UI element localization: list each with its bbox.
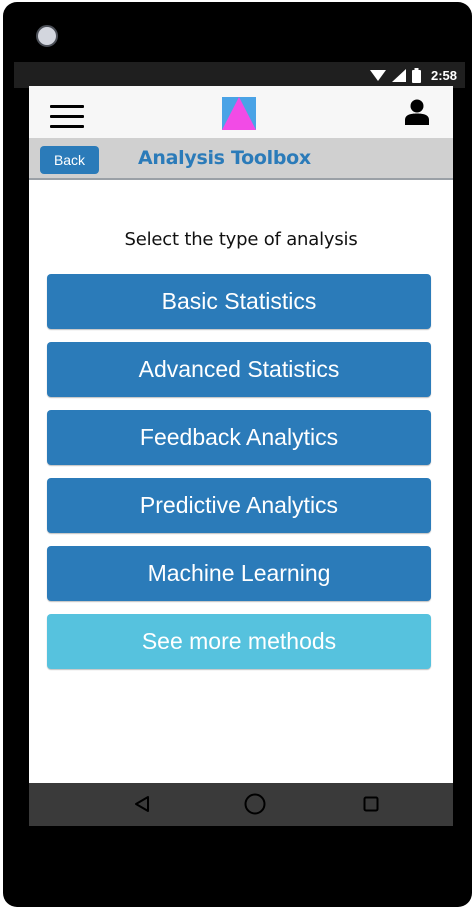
page-title: Analysis Toolbox	[138, 147, 311, 169]
cellular-signal-icon	[391, 68, 406, 82]
home-circle-icon[interactable]	[242, 791, 268, 817]
see-more-methods-button[interactable]: See more methods	[47, 614, 431, 669]
back-triangle-icon[interactable]	[129, 791, 155, 817]
recents-square-icon[interactable]	[358, 791, 384, 817]
front-camera	[36, 25, 58, 47]
hamburger-menu-icon[interactable]	[50, 105, 84, 129]
app-header	[29, 86, 453, 138]
machine-learning-button[interactable]: Machine Learning	[47, 546, 431, 601]
analysis-button-list: Basic Statistics Advanced Statistics Fee…	[47, 274, 431, 682]
predictive-analytics-button[interactable]: Predictive Analytics	[47, 478, 431, 533]
android-nav-bar	[29, 783, 453, 826]
user-profile-icon[interactable]	[405, 99, 429, 125]
analysis-prompt: Select the type of analysis	[124, 229, 358, 250]
app-logo-icon	[222, 97, 256, 130]
status-bar: 2:58	[14, 62, 465, 88]
battery-icon	[411, 67, 421, 83]
title-bar: Back Analysis Toolbox	[29, 138, 453, 180]
basic-statistics-button[interactable]: Basic Statistics	[47, 274, 431, 329]
app-screen: Back Analysis Toolbox Select the type of…	[29, 86, 453, 783]
status-icons: 2:58	[369, 66, 457, 84]
feedback-analytics-button[interactable]: Feedback Analytics	[47, 410, 431, 465]
back-button[interactable]: Back	[40, 146, 99, 174]
wifi-icon	[369, 69, 386, 81]
status-time: 2:58	[430, 67, 457, 83]
advanced-statistics-button[interactable]: Advanced Statistics	[47, 342, 431, 397]
